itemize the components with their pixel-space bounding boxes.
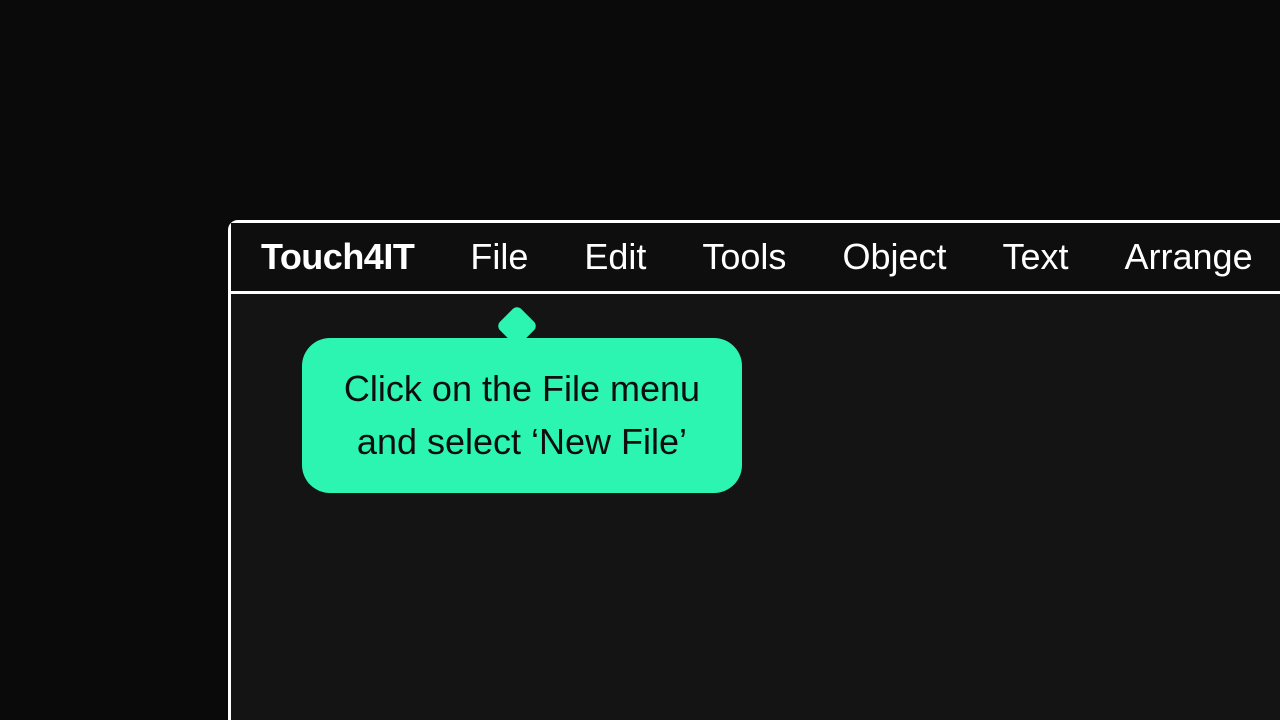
menu-item-tools[interactable]: Tools [702,236,786,278]
menu-item-text[interactable]: Text [1002,236,1068,278]
menu-item-object[interactable]: Object [842,236,946,278]
menu-item-edit[interactable]: Edit [584,236,646,278]
menu-item-file[interactable]: File [470,236,528,278]
menu-bar: Touch4IT File Edit Tools Object Text Arr… [231,223,1280,294]
menu-item-arrange[interactable]: Arrange [1125,236,1253,278]
tooltip-text: Click on the File menu and select ‘New F… [344,368,700,462]
brand-label: Touch4IT [261,236,414,278]
tutorial-tooltip: Click on the File menu and select ‘New F… [302,338,742,493]
